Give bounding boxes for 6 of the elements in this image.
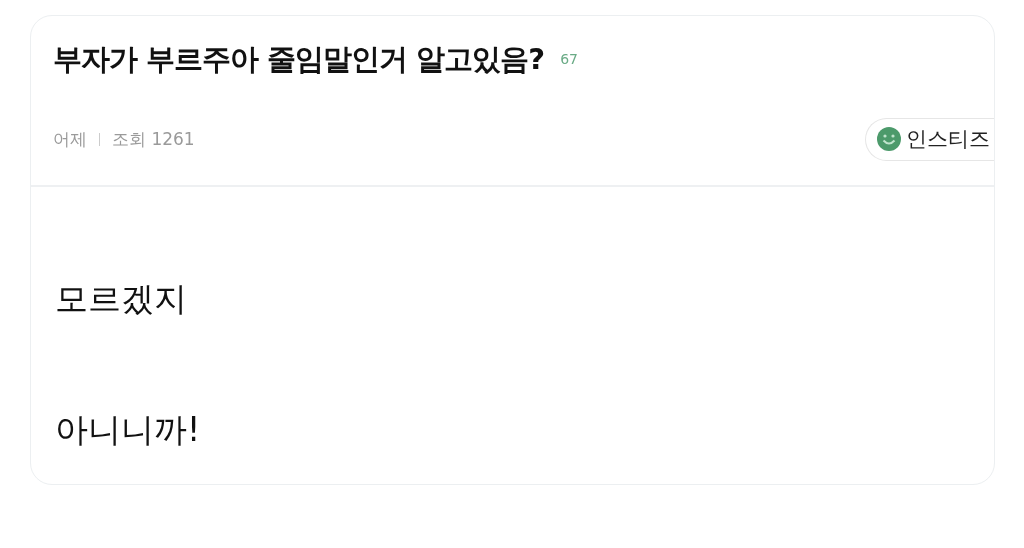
post-title: 부자가 부르주아 줄임말인거 알고있음?	[53, 41, 545, 78]
post-text: 모르겠지	[55, 279, 188, 319]
post-text: 아니니까!	[55, 409, 202, 450]
smiley-icon	[876, 126, 902, 153]
post-date: 어제	[53, 127, 87, 151]
view-count: 조회 1261	[112, 127, 195, 151]
